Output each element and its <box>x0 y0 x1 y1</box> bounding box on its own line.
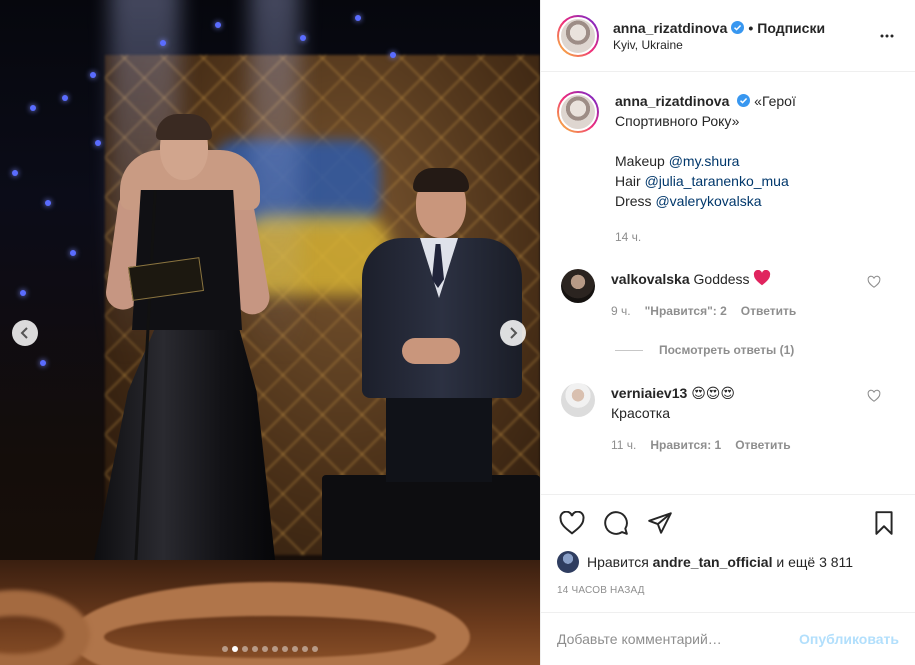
view-replies-button[interactable]: Посмотреть ответы (1) <box>615 343 899 357</box>
red-heart-emoji-icon <box>754 269 771 286</box>
liker-avatar[interactable] <box>557 551 579 573</box>
more-options-button[interactable] <box>875 24 899 48</box>
share-button[interactable] <box>645 508 675 538</box>
more-options-icon <box>880 34 894 37</box>
share-icon <box>648 512 672 534</box>
comments-list[interactable]: anna_rizatdinova «Герої Спортивного Року… <box>541 73 915 493</box>
reply-button[interactable]: Ответить <box>741 301 796 321</box>
post-comment-button[interactable]: Опубликовать <box>799 631 899 647</box>
stage-light-dot <box>45 200 51 206</box>
caption-username[interactable]: anna_rizatdinova <box>615 93 729 109</box>
carousel-dot <box>272 646 278 652</box>
carousel-dot <box>312 646 318 652</box>
carousel-dot <box>222 646 228 652</box>
view-replies-label: Посмотреть ответы (1) <box>659 343 795 357</box>
comment-item: verniaiev13 😍😍😍 Красотка 11 ч. Нравится:… <box>557 383 899 455</box>
verified-badge-icon <box>731 21 745 34</box>
carousel-dot <box>262 646 268 652</box>
comment-button[interactable] <box>601 508 631 538</box>
stage-light-dot <box>90 72 96 78</box>
carousel-prev-button[interactable] <box>12 320 38 346</box>
stage-light-dot <box>40 360 46 366</box>
carousel-dot <box>232 646 238 652</box>
commenter-avatar[interactable] <box>561 269 595 303</box>
comment-username[interactable]: verniaiev13 <box>611 385 687 401</box>
stage-light-dot <box>215 22 221 28</box>
author-username[interactable]: anna_rizatdinova <box>613 20 727 36</box>
carousel-dot <box>252 646 258 652</box>
comment-time[interactable]: 11 ч. <box>611 435 636 455</box>
comment-text: Goddess <box>693 271 750 287</box>
stage-light-dot <box>390 52 396 58</box>
heart-icon <box>559 511 585 535</box>
stage-light-dot <box>30 105 36 111</box>
stage-light-dot <box>300 35 306 41</box>
stage-light-dot <box>160 40 166 46</box>
man-hair <box>413 168 469 192</box>
reply-button[interactable]: Ответить <box>735 435 790 455</box>
add-comment-bar: Опубликовать <box>541 612 915 665</box>
likes-prefix: Нравится <box>587 554 649 570</box>
comment-likes-count[interactable]: "Нравится": 2 <box>645 301 727 321</box>
woman-hair <box>156 114 212 140</box>
like-comment-heart-icon[interactable] <box>867 389 881 403</box>
comment-item: valkovalska Goddess 9 ч. "Нравится": 2 О… <box>557 269 899 321</box>
caption-author-avatar[interactable] <box>557 91 599 133</box>
mention-link[interactable]: @my.shura <box>669 153 740 169</box>
carousel-dot <box>282 646 288 652</box>
post-header: anna_rizatdinova • Подписки Kyiv, Ukraine <box>541 0 915 72</box>
comment-emoji-text: 😍😍😍 <box>691 385 735 401</box>
post-timestamp[interactable]: 14 часов назад <box>557 585 899 596</box>
stage-light-dot <box>355 15 361 21</box>
chevron-right-icon <box>510 327 518 339</box>
carousel-next-button[interactable] <box>500 320 526 346</box>
caption-label: Dress <box>615 193 652 209</box>
mention-link[interactable]: @julia_taranenko_mua <box>645 173 789 189</box>
liker-username[interactable]: andre_tan_official <box>653 554 773 570</box>
post-location[interactable]: Kyiv, Ukraine <box>613 38 875 52</box>
stage-light-dot <box>20 290 26 296</box>
carousel-indicator <box>0 646 540 652</box>
commenter-avatar[interactable] <box>561 383 595 417</box>
caption-text: Спортивного Року» <box>615 113 740 129</box>
separator-dot: • <box>748 19 754 36</box>
chevron-left-icon <box>20 327 28 339</box>
verified-badge-icon <box>737 94 751 107</box>
stage-light-dot <box>12 170 18 176</box>
following-button[interactable]: Подписки <box>757 20 825 36</box>
caption-label: Hair <box>615 173 641 189</box>
bookmark-icon <box>875 511 893 535</box>
comment-input[interactable] <box>557 631 800 647</box>
post-actions: Нравится andre_tan_official и ещё 3 811 … <box>541 494 915 596</box>
caption-time[interactable]: 14 ч. <box>615 227 641 247</box>
like-button[interactable] <box>557 508 587 538</box>
comment-username[interactable]: valkovalska <box>611 271 690 287</box>
stage-light-dot <box>70 250 76 256</box>
comment-likes-count[interactable]: Нравится: 1 <box>650 435 721 455</box>
caption: anna_rizatdinova «Герої Спортивного Року… <box>557 91 899 247</box>
stage-light-dot <box>62 95 68 101</box>
comment-time[interactable]: 9 ч. <box>611 301 631 321</box>
caption-text: «Герої <box>754 93 796 109</box>
man-figure <box>386 392 492 482</box>
like-comment-heart-icon[interactable] <box>867 275 881 289</box>
likes-others[interactable]: и ещё 3 811 <box>776 554 853 570</box>
man-hands <box>402 338 460 364</box>
post-photo[interactable] <box>0 0 540 665</box>
comment-icon <box>604 511 628 535</box>
mention-link[interactable]: @valerykovalska <box>655 193 761 209</box>
likes-summary: Нравится andre_tan_official и ещё 3 811 <box>557 551 899 573</box>
carousel-dot <box>302 646 308 652</box>
carousel-dot <box>292 646 298 652</box>
save-button[interactable] <box>869 508 899 538</box>
author-avatar[interactable] <box>557 14 599 57</box>
comment-text: Красотка <box>611 405 670 421</box>
caption-label: Makeup <box>615 153 665 169</box>
instagram-post-modal: anna_rizatdinova • Подписки Kyiv, Ukraine <box>0 0 915 665</box>
post-details-panel: anna_rizatdinova • Подписки Kyiv, Ukraine <box>540 0 915 665</box>
carousel-dot <box>242 646 248 652</box>
stage-light-dot <box>95 140 101 146</box>
